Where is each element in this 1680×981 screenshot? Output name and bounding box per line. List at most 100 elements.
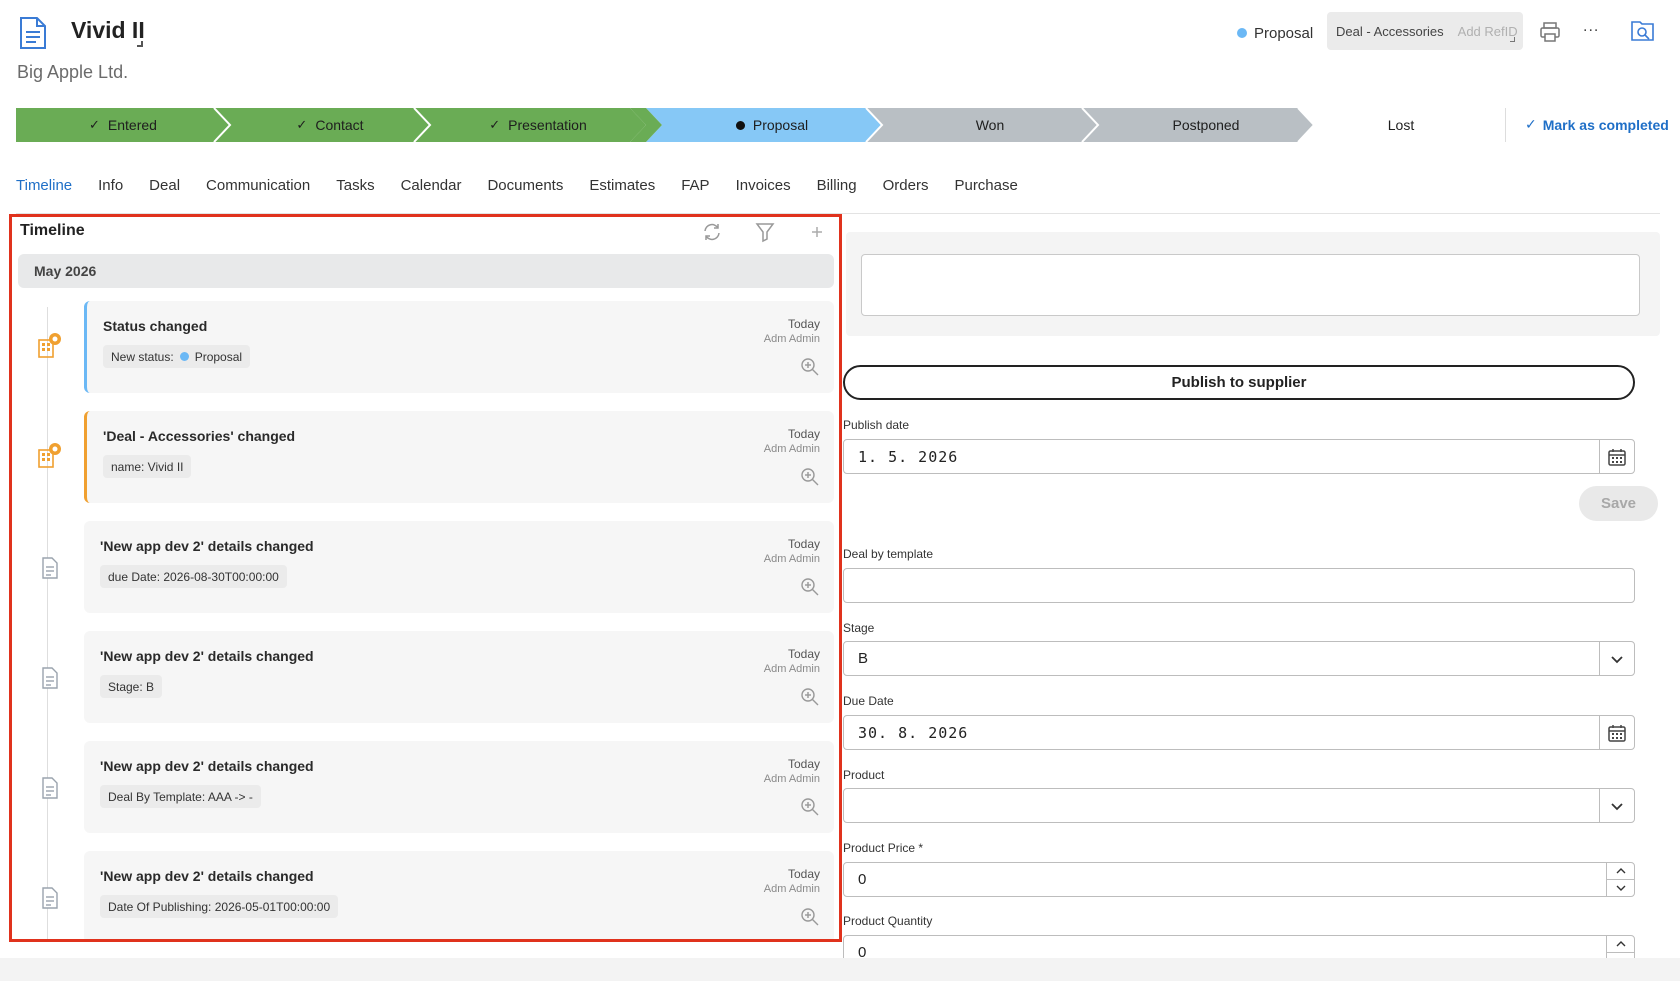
resize-handle-icon[interactable] <box>1510 37 1515 42</box>
zoom-in-icon[interactable] <box>800 467 820 487</box>
timeline-entry[interactable]: Status changed New status: Proposal Toda… <box>84 301 834 393</box>
check-icon: ✓ <box>89 117 100 132</box>
save-button[interactable]: Save <box>1579 486 1658 521</box>
zoom-in-icon[interactable] <box>800 797 820 817</box>
entry-date: Today <box>787 647 820 661</box>
tab-communication[interactable]: Communication <box>206 177 310 194</box>
status-label: Proposal <box>1254 24 1314 42</box>
tab-tasks[interactable]: Tasks <box>336 177 374 194</box>
chevron-up-icon[interactable] <box>1607 862 1634 880</box>
stage-select[interactable]: B <box>843 641 1635 676</box>
tab-billing[interactable]: Billing <box>817 177 857 194</box>
entry-title: 'New app dev 2' details changed <box>100 648 314 664</box>
entry-user: Adm Admin <box>763 663 820 675</box>
product-label: Product <box>843 768 885 782</box>
tab-orders[interactable]: Orders <box>883 177 929 194</box>
deal-type-label: Deal - Accessories <box>1336 23 1444 39</box>
mark-as-completed-button[interactable]: ✓ Mark as completed <box>1525 116 1669 133</box>
page-title[interactable]: Vivid II <box>71 17 145 44</box>
entry-tag: Stage: B <box>100 675 163 698</box>
stage-contact[interactable]: ✓ Contact <box>230 108 430 142</box>
stage-entered[interactable]: ✓ Entered <box>16 108 230 142</box>
number-stepper[interactable] <box>1606 935 1634 958</box>
product-price-input[interactable]: 0 <box>843 862 1635 897</box>
building-icon <box>38 443 61 468</box>
publish-to-supplier-button[interactable]: Publish to supplier <box>843 365 1635 400</box>
note-textarea[interactable] <box>861 254 1640 316</box>
stage-postponed[interactable]: Postponed <box>1098 108 1314 142</box>
timeline-title: Timeline <box>20 222 85 239</box>
publish-date-input[interactable]: 1. 5. 2026 <box>843 439 1635 474</box>
tab-fap[interactable]: FAP <box>681 177 709 194</box>
timeline-entry[interactable]: 'Deal - Accessories' changed name: Vivid… <box>84 411 834 503</box>
ref-id-input[interactable]: Add RefID <box>1458 24 1518 39</box>
deal-type-pill[interactable]: Deal - Accessories Add RefID <box>1327 12 1523 50</box>
product-select[interactable] <box>843 788 1635 823</box>
document-icon <box>42 557 58 579</box>
timeline-entry[interactable]: 'New app dev 2' details changed due Date… <box>84 521 834 613</box>
product-quantity-input[interactable]: 0 <box>843 935 1635 958</box>
entry-user: Adm Admin <box>763 443 820 455</box>
due-date-label: Due Date <box>843 694 894 708</box>
stage-presentation[interactable]: ✓ Presentation <box>430 108 646 142</box>
timeline-line <box>47 307 48 939</box>
refresh-icon[interactable] <box>701 221 723 243</box>
entry-tag: New status: Proposal <box>103 345 251 368</box>
zoom-in-icon[interactable] <box>800 357 820 377</box>
zoom-in-icon[interactable] <box>800 687 820 707</box>
tab-estimates[interactable]: Estimates <box>589 177 655 194</box>
due-date-input[interactable]: 30. 8. 2026 <box>843 715 1635 750</box>
document-icon <box>42 777 58 799</box>
tab-documents[interactable]: Documents <box>487 177 563 194</box>
status-dot-icon <box>179 352 189 361</box>
entry-tag: name: Vivid II <box>103 455 192 478</box>
stage-progress-bar: ✓ Entered ✓ Contact ✓ Presentation Proposal… <box>16 108 1488 142</box>
chevron-down-icon[interactable] <box>1599 641 1634 676</box>
entry-date: Today <box>787 757 820 771</box>
calendar-icon[interactable] <box>1599 439 1634 474</box>
entry-date: Today <box>787 427 820 441</box>
entry-tag: due Date: 2026-08-30T00:00:00 <box>100 565 287 588</box>
company-name: Big Apple Ltd. <box>17 62 129 82</box>
timeline-panel: Timeline May 2026 Status changed New sta… <box>9 214 842 942</box>
entry-user: Adm Admin <box>763 553 820 565</box>
product-quantity-clip: 0 <box>843 930 1635 958</box>
chevron-up-icon[interactable] <box>1607 935 1634 953</box>
tab-invoices[interactable]: Invoices <box>736 177 791 194</box>
zoom-in-icon[interactable] <box>800 907 820 927</box>
add-icon[interactable] <box>806 221 828 243</box>
print-icon[interactable] <box>1538 20 1562 44</box>
entry-title: Status changed <box>103 318 208 334</box>
resize-handle-icon[interactable] <box>137 41 143 47</box>
entry-tag: Deal By Template: AAA -> - <box>100 785 261 808</box>
stage-proposal[interactable]: Proposal <box>662 108 882 142</box>
tab-info[interactable]: Info <box>98 177 123 194</box>
filter-icon[interactable] <box>754 221 776 243</box>
document-icon <box>42 887 58 909</box>
product-quantity-label: Product Quantity <box>843 914 933 928</box>
search-document-icon[interactable] <box>1630 19 1656 43</box>
timeline-entry[interactable]: 'New app dev 2' details changed Stage: B… <box>84 631 834 723</box>
deal-template-label: Deal by template <box>843 547 934 561</box>
chevron-down-icon[interactable] <box>1599 788 1634 823</box>
number-stepper[interactable] <box>1606 862 1634 897</box>
stage-won[interactable]: Won <box>882 108 1098 142</box>
current-dot-icon <box>735 120 745 130</box>
deal-template-input[interactable] <box>843 568 1635 603</box>
entry-date: Today <box>787 867 820 881</box>
calendar-icon[interactable] <box>1599 715 1634 750</box>
publish-date-label: Publish date <box>843 418 910 432</box>
tab-timeline[interactable]: Timeline <box>16 177 72 194</box>
entry-user: Adm Admin <box>763 773 820 785</box>
zoom-in-icon[interactable] <box>800 577 820 597</box>
tab-purchase[interactable]: Purchase <box>954 177 1017 194</box>
timeline-entry[interactable]: 'New app dev 2' details changed Deal By … <box>84 741 834 833</box>
chevron-down-icon[interactable] <box>1607 880 1634 897</box>
required-mark: * <box>918 841 924 855</box>
entry-date: Today <box>787 537 820 551</box>
tab-deal[interactable]: Deal <box>149 177 180 194</box>
more-icon[interactable]: ... <box>1583 18 1599 36</box>
stage-lost[interactable]: Lost <box>1314 108 1488 142</box>
tab-calendar[interactable]: Calendar <box>401 177 462 194</box>
timeline-entry[interactable]: 'New app dev 2' details changed Date Of … <box>84 851 834 939</box>
